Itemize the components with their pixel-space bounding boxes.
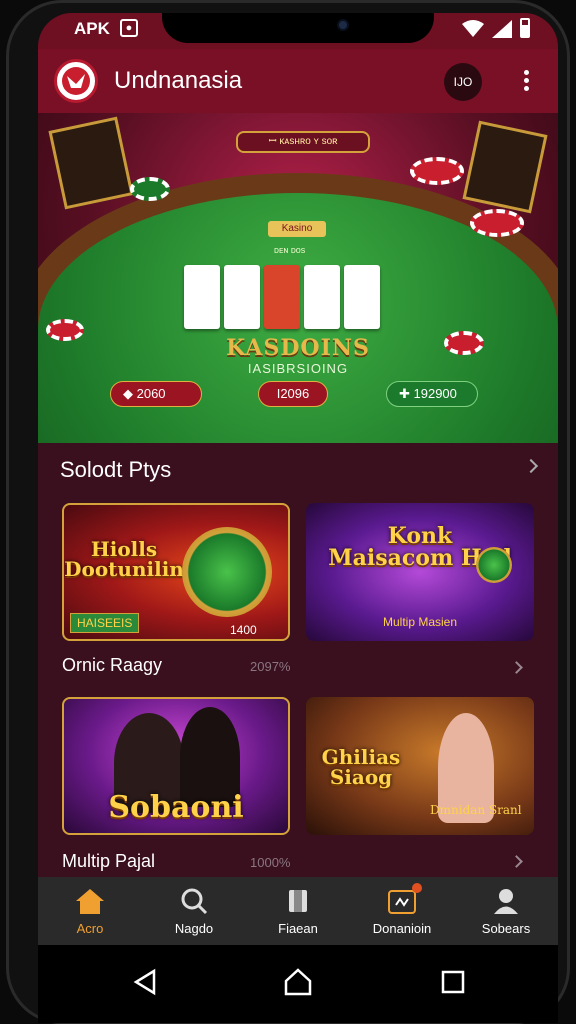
home-icon [76, 889, 104, 914]
signal-icon [492, 20, 512, 38]
person-icon [494, 889, 518, 914]
system-nav-bar [38, 945, 558, 1023]
app-logo[interactable] [54, 59, 98, 103]
playing-card [304, 265, 340, 329]
game-card[interactable]: Ghilias Siaog Dmnidan Sranl [306, 697, 534, 835]
game-row-label: Multip Pajal [62, 851, 156, 871]
battery-icon [520, 18, 530, 38]
hero-banner[interactable]: ꟷ ᴋᴀsʜʀᴏ ʏ sᴏʀ Kasino ᴅᴇɴ ᴅᴏs KASDOINS I… [38, 113, 558, 443]
profile-button[interactable]: IJO [444, 63, 482, 101]
game-row-meta: 2097% [250, 659, 291, 674]
camera-icon [337, 19, 349, 31]
status-icons [462, 18, 530, 38]
nav-item-cards[interactable]: Fiaean [246, 877, 350, 945]
chip-icon [470, 209, 524, 237]
hero-subtitle: IASIBRSIOING [247, 361, 349, 376]
game-subtitle: HAISEEIS [70, 613, 140, 633]
notification-icon: ● [120, 19, 138, 37]
game-subtitle: Dmnidan Sranl [430, 803, 522, 817]
coin-icon [182, 527, 272, 617]
cards-icon [289, 890, 307, 912]
logo-icon [62, 67, 90, 95]
plus-icon: ✚ [399, 386, 414, 401]
chevron-right-icon[interactable] [510, 661, 523, 674]
coin-icon: ◆ [123, 386, 137, 401]
hero-small-text: ᴅᴇɴ ᴅᴏs [274, 245, 306, 255]
chip-icon [410, 157, 464, 185]
notification-badge [412, 883, 422, 893]
more-menu-icon[interactable] [516, 67, 536, 95]
notch [162, 13, 434, 43]
coin-icon [476, 547, 512, 583]
nav-item-home[interactable]: Acro [38, 877, 142, 945]
game-row-meta: 1000% [250, 855, 291, 870]
kasino-label: Kasino [268, 221, 326, 237]
nav-label: Fiaean [278, 921, 318, 936]
bottom-nav: Acro Nagdo Fiaean Donanioin Sobears [38, 877, 558, 945]
game-title: Sobaoni [108, 790, 244, 825]
nav-label: Sobears [481, 921, 531, 936]
hero-sign: ꟷ ᴋᴀsʜʀᴏ ʏ sᴏʀ [236, 131, 370, 153]
playing-card [264, 265, 300, 329]
game-title: Hiolls Dootunilin [64, 537, 184, 581]
nav-item-gift[interactable]: Donanioin [350, 877, 454, 945]
cards-row [184, 265, 380, 329]
nav-label: Acro [76, 921, 104, 936]
game-card[interactable]: Konk Maisacom Hod Multip Masien [306, 503, 534, 641]
wifi-icon [462, 20, 484, 37]
phone-frame: APK ● Undnanasia IJO ꟷ ᴋᴀsʜʀᴏ ʏ sᴏʀ Kasi… [6, 0, 570, 1024]
search-icon [181, 888, 208, 915]
recents-icon[interactable] [438, 967, 468, 997]
bet-pill[interactable]: I2096 [258, 381, 328, 407]
balance-pill[interactable]: ◆ 2060 [110, 381, 202, 407]
game-subtitle: Multip Masien [382, 615, 458, 629]
nav-label: Donanioin [372, 921, 432, 936]
section-title: Solodt Ptys [60, 457, 172, 482]
game-row-label: Ornic Raagy [62, 655, 163, 675]
nav-label: Nagdo [174, 921, 214, 936]
chip-icon [130, 177, 170, 201]
chevron-right-icon[interactable] [510, 855, 523, 868]
slot-machine-right [462, 120, 548, 214]
playing-card [184, 265, 220, 329]
screen: APK ● Undnanasia IJO ꟷ ᴋᴀsʜʀᴏ ʏ sᴏʀ Kasi… [38, 13, 558, 1023]
hero-title: KASDOINS [226, 335, 370, 361]
game-title: Ghilias Siaog [321, 745, 401, 789]
winnings-value: 192900 [413, 386, 457, 401]
section-header[interactable]: Solodt Ptys [60, 457, 539, 487]
game-card[interactable]: Hiolls Dootunilin HAISEEIS 1400 [62, 503, 290, 641]
balance-value: 2060 [136, 386, 166, 401]
back-icon[interactable] [130, 967, 160, 997]
slot-machine-left [48, 116, 134, 210]
home-nav-icon[interactable] [283, 967, 313, 997]
app-bar: Undnanasia IJO [38, 49, 558, 113]
playing-card [224, 265, 260, 329]
game-card[interactable]: Sobaoni [62, 697, 290, 835]
game-meta: 1400 [230, 623, 257, 637]
chevron-right-icon[interactable] [523, 458, 539, 474]
nav-item-profile[interactable]: Sobears [454, 877, 558, 945]
winnings-pill[interactable]: ✚ 192900 [386, 381, 478, 407]
playing-card [344, 265, 380, 329]
app-title: Undnanasia [114, 67, 243, 94]
carrier-label: APK [74, 19, 110, 38]
nav-item-search[interactable]: Nagdo [142, 877, 246, 945]
